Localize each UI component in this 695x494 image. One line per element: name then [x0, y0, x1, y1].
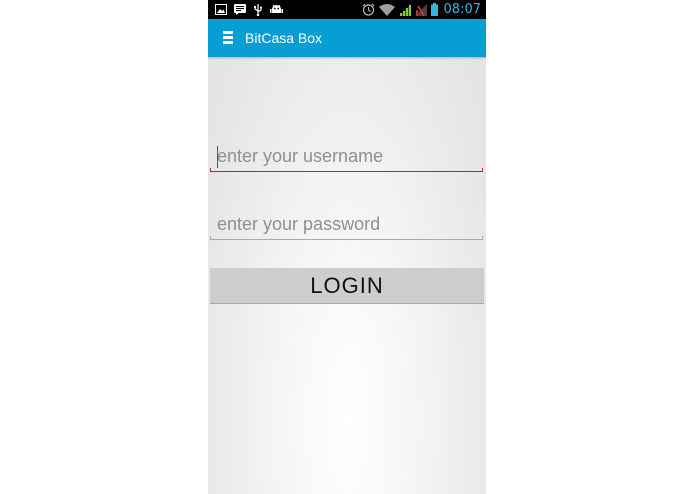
message-icon — [234, 4, 246, 15]
password-underline — [210, 236, 483, 240]
signal-no-sim-icon — [414, 3, 427, 16]
hamburger-menu-icon[interactable] — [223, 31, 235, 45]
android-icon — [270, 4, 283, 13]
username-underline — [210, 168, 483, 172]
system-icons: 08:07 — [362, 0, 481, 19]
status-time: 08:07 — [443, 2, 481, 17]
alarm-icon — [362, 3, 374, 16]
username-input[interactable] — [210, 142, 483, 170]
username-field[interactable] — [210, 142, 483, 172]
password-field[interactable] — [210, 210, 483, 240]
wifi-icon — [378, 3, 395, 16]
usb-icon — [254, 3, 262, 16]
password-input[interactable] — [210, 210, 483, 238]
notification-icons — [215, 3, 283, 16]
app-title: BitCasa Box — [245, 30, 323, 46]
text-cursor — [217, 146, 218, 168]
login-button[interactable]: LOGIN — [210, 268, 484, 304]
image-icon — [215, 4, 227, 15]
phone-screen: 08:07 BitCasa Box LOGIN — [208, 0, 486, 494]
action-bar: BitCasa Box — [208, 19, 486, 57]
signal-icon — [398, 3, 411, 16]
status-bar: 08:07 — [208, 0, 486, 19]
battery-icon — [430, 3, 438, 16]
